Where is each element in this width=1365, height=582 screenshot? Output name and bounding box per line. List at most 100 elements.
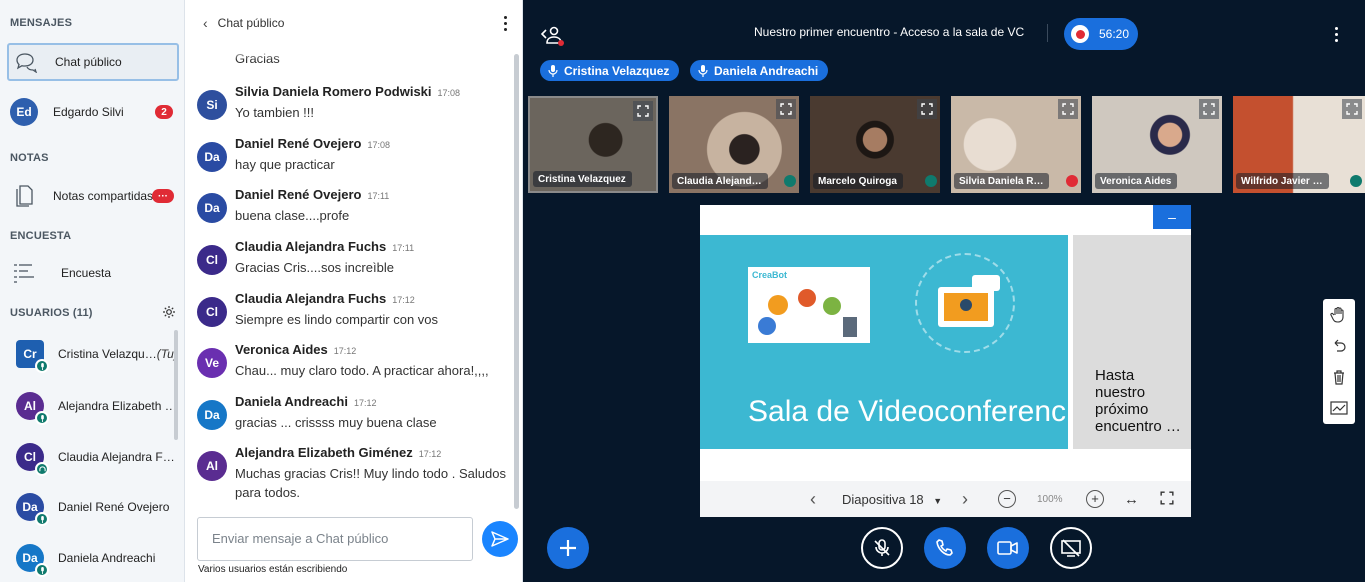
slide-title-text: Sala de Videoconferenc xyxy=(748,395,1067,428)
message-list: Gracias Si Silvia Daniela Romero Podwisk… xyxy=(185,46,517,506)
chat-message: Cl Claudia Alejandra Fuchs 17:12 Siempre e… xyxy=(197,289,507,329)
users-section-title: USUARIOS (11) xyxy=(10,307,93,319)
more-options-icon[interactable] xyxy=(504,16,508,34)
talking-indicator[interactable]: Daniela Andreachi xyxy=(690,60,829,81)
user-item[interactable]: Da Daniela Andreachi xyxy=(16,540,176,577)
previous-slide-icon[interactable]: ‹ xyxy=(810,489,816,510)
recording-timer: 56:20 xyxy=(1099,27,1130,41)
chevron-left-icon[interactable]: ‹ xyxy=(203,15,208,31)
undo-icon[interactable] xyxy=(1323,330,1355,361)
message-time: 17:08 xyxy=(367,140,390,150)
private-chat-name: Edgardo Silvi xyxy=(53,105,124,119)
shared-notes-item[interactable]: Notas compartidas ··· xyxy=(7,177,179,215)
private-chat-item[interactable]: Ed Edgardo Silvi 2 xyxy=(7,93,179,131)
fit-width-icon[interactable]: ↔ xyxy=(1124,491,1139,508)
fullscreen-icon[interactable] xyxy=(1058,99,1078,119)
trash-icon[interactable] xyxy=(1323,361,1355,392)
avatar: Cr xyxy=(16,340,49,373)
headphones-icon xyxy=(784,175,796,187)
avatar: Cl xyxy=(197,297,227,327)
options-menu-icon[interactable] xyxy=(1335,27,1339,45)
avatar: Da xyxy=(197,400,227,430)
user-name: Daniela Andreachi xyxy=(58,551,156,565)
fullscreen-icon[interactable] xyxy=(633,101,653,121)
video-tile[interactable]: Cristina Velazquez xyxy=(528,96,658,193)
user-item[interactable]: Da Daniel René Ovejero xyxy=(16,489,176,526)
poll-item[interactable]: Encuesta xyxy=(7,254,179,292)
fullscreen-icon[interactable] xyxy=(1160,490,1174,508)
participant-name: Wilfrido Javier … xyxy=(1236,173,1329,189)
avatar: Ve xyxy=(197,348,227,378)
next-slide-icon[interactable]: › xyxy=(962,489,968,510)
avatar: Da xyxy=(197,142,227,172)
zoom-out-icon[interactable]: − xyxy=(998,490,1016,508)
send-button[interactable] xyxy=(482,521,518,557)
slide-selector[interactable]: Diapositiva 18 ▼ xyxy=(842,492,942,507)
message-time: 17:12 xyxy=(418,449,442,459)
chat-message: Si Silvia Daniela Romero Podwiski 17:08 Yo… xyxy=(197,82,507,122)
avatar: Da xyxy=(16,544,49,577)
actions-button[interactable] xyxy=(547,527,589,569)
minimize-presentation-button[interactable]: – xyxy=(1153,205,1191,229)
message-text: Chau... muy claro todo. A practicar ahor… xyxy=(235,363,489,378)
user-item[interactable]: Al Alejandra Elizabeth … xyxy=(16,388,176,425)
fullscreen-icon[interactable] xyxy=(1342,99,1362,119)
talking-indicator[interactable]: Cristina Velazquez xyxy=(540,60,680,81)
user-list-scrollbar[interactable] xyxy=(174,330,178,440)
public-chat-item[interactable]: Chat público xyxy=(7,43,179,81)
gear-icon[interactable] xyxy=(162,305,176,324)
message-text: gracias ... crissss muy buena clase xyxy=(235,415,437,430)
participant-name: Veronica Aides xyxy=(1095,173,1178,189)
microphone-icon xyxy=(548,64,558,77)
message-time: 17:12 xyxy=(353,398,377,408)
headphones-icon xyxy=(1350,175,1362,187)
share-screen-button[interactable] xyxy=(1050,527,1092,569)
leave-audio-button[interactable] xyxy=(924,527,966,569)
sender-name: Claudia Alejandra Fuchs xyxy=(235,291,387,306)
poll-label: Encuesta xyxy=(61,266,112,280)
plus-icon xyxy=(560,540,576,556)
poll-icon xyxy=(7,262,41,284)
chat-scrollbar[interactable] xyxy=(514,54,519,509)
avatar: Ed xyxy=(10,98,38,126)
user-item[interactable]: Cl Claudia Alejandra F… xyxy=(16,439,176,476)
typing-indicator: Varios usuarios están escribiendo xyxy=(198,564,348,575)
user-list-toggle-icon[interactable] xyxy=(540,24,564,51)
avatar: Si xyxy=(197,90,227,120)
share-webcam-button[interactable] xyxy=(987,527,1029,569)
user-name: Claudia Alejandra F… xyxy=(58,450,175,464)
unmute-button[interactable] xyxy=(861,527,903,569)
whiteboard-toolbar xyxy=(1323,299,1355,424)
headphones-icon xyxy=(35,462,49,476)
chat-message-input[interactable]: Enviar mensaje a Chat público xyxy=(197,517,473,561)
sender-name: Daniela Andreachi xyxy=(235,394,348,409)
unread-badge: 2 xyxy=(155,105,173,119)
sender-name: Claudia Alejandra Fuchs xyxy=(235,239,387,254)
message-time: 17:11 xyxy=(367,191,390,201)
video-tile[interactable]: Veronica Aides xyxy=(1092,96,1222,193)
message-text: Gracias Cris....sos increìble xyxy=(235,260,394,275)
user-item[interactable]: Cr Cristina Velazqu…(Tu) xyxy=(16,336,176,373)
microphone-icon xyxy=(35,359,49,373)
fullscreen-icon[interactable] xyxy=(776,99,796,119)
recording-indicator[interactable]: 56:20 xyxy=(1064,18,1138,50)
sender-name: Veronica Aides xyxy=(235,342,328,357)
camera-icon xyxy=(997,541,1018,555)
video-tile[interactable]: Wilfrido Javier … xyxy=(1233,96,1365,193)
fullscreen-icon[interactable] xyxy=(1199,99,1219,119)
chat-message: Al Alejandra Elizabeth Giménez 17:12 Mucha… xyxy=(197,443,507,502)
zoom-in-icon[interactable]: + xyxy=(1086,490,1104,508)
message-text: Muchas gracias Cris!! Muy lindo todo . S… xyxy=(235,466,506,500)
fullscreen-icon[interactable] xyxy=(917,99,937,119)
multi-user-whiteboard-icon[interactable] xyxy=(1323,392,1355,423)
message-time: 17:12 xyxy=(333,346,357,356)
presentation-toolbar: ‹ Diapositiva 18 ▼ › − 100% + ↔ xyxy=(700,481,1191,517)
video-tile[interactable]: Marcelo Quiroga xyxy=(810,96,940,193)
video-tile[interactable]: Silvia Daniela R… xyxy=(951,96,1081,193)
hand-tool-icon[interactable] xyxy=(1323,299,1355,330)
video-tile[interactable]: Claudia Alejand… xyxy=(669,96,799,193)
participant-name: Cristina Velazquez xyxy=(533,171,632,187)
avatar: Da xyxy=(16,493,49,526)
chat-message: Cl Claudia Alejandra Fuchs 17:11 Gracias C… xyxy=(197,237,507,277)
message-time: 17:08 xyxy=(437,88,461,98)
